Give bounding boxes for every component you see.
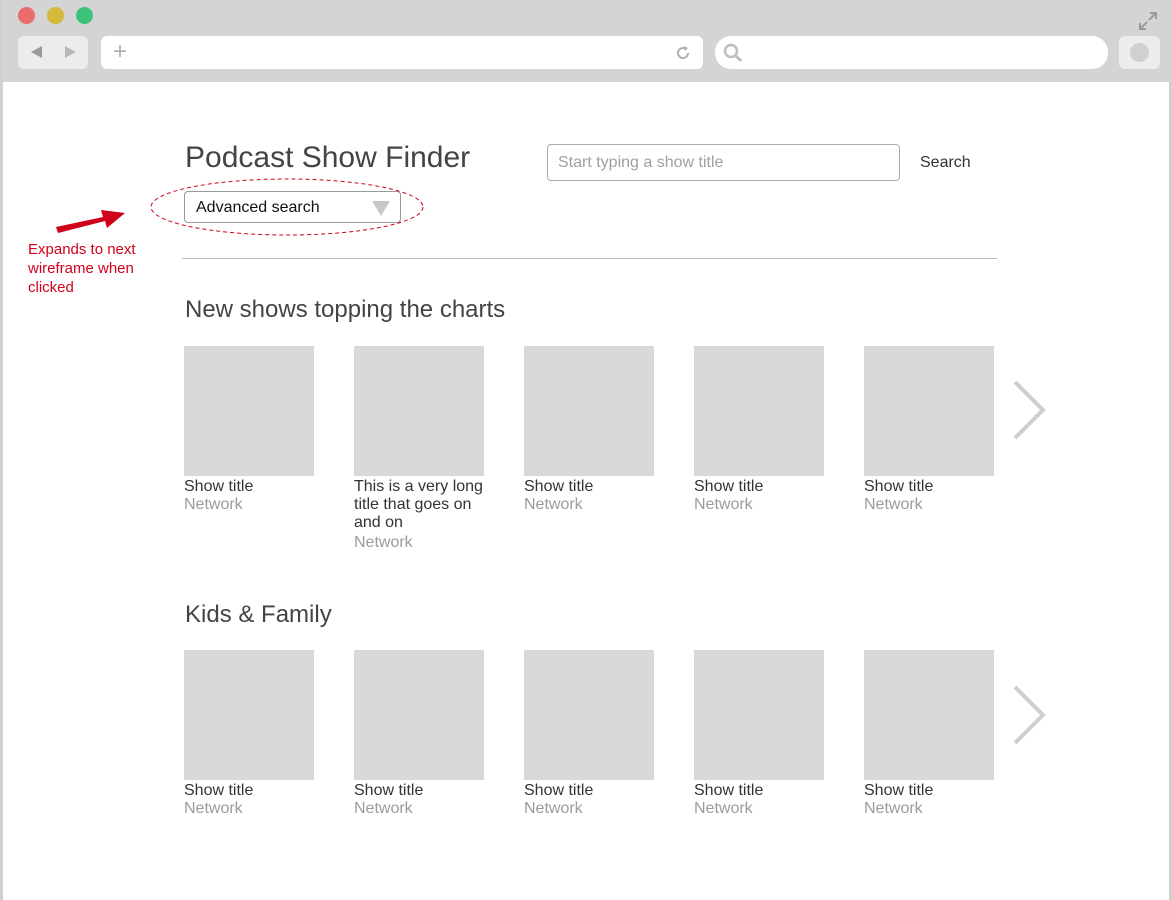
annotation-ellipse [150, 178, 424, 236]
show-artwork[interactable] [864, 346, 994, 476]
show-artwork[interactable] [524, 346, 654, 476]
show-network: Network [524, 800, 583, 817]
annotation-arrow-icon [56, 210, 125, 233]
show-title[interactable]: Show title [184, 478, 314, 496]
show-title[interactable]: Show title [694, 478, 824, 496]
show-carousel: Show title Network Show title Network Sh… [184, 650, 1014, 870]
expand-icon[interactable] [1137, 10, 1159, 32]
magnifier-icon [723, 43, 743, 63]
nav-buttons [18, 36, 88, 69]
show-artwork[interactable] [694, 346, 824, 476]
chevron-right-icon[interactable] [1009, 378, 1049, 442]
back-arrow-icon[interactable] [31, 46, 42, 58]
show-network: Network [864, 800, 923, 817]
page-title: Podcast Show Finder [185, 141, 471, 174]
show-artwork[interactable] [694, 650, 824, 780]
chevron-right-icon[interactable] [1009, 683, 1049, 747]
minimize-window-button[interactable] [47, 7, 64, 24]
profile-dot-icon [1130, 43, 1149, 62]
show-card[interactable]: Show title Network [694, 650, 824, 818]
show-artwork[interactable] [354, 346, 484, 476]
search-button[interactable]: Search [920, 154, 971, 172]
show-card[interactable]: Show title Network [864, 650, 994, 818]
show-artwork[interactable] [524, 650, 654, 780]
show-card[interactable]: Show title Network [524, 346, 654, 514]
show-carousel: Show title Network This is a very long t… [184, 346, 1014, 566]
show-title[interactable]: This is a very long title that goes on a… [354, 478, 484, 532]
show-search-input[interactable] [547, 144, 900, 181]
show-card[interactable]: Show title Network [694, 346, 824, 514]
show-artwork[interactable] [864, 650, 994, 780]
show-network: Network [184, 496, 243, 513]
section-title: New shows topping the charts [185, 296, 506, 323]
show-title[interactable]: Show title [864, 782, 994, 800]
browser-window: + Podcast Show Finder Search Advanced se… [0, 0, 1172, 900]
address-bar[interactable]: + [101, 36, 703, 69]
header-divider [182, 258, 997, 259]
show-network: Network [184, 800, 243, 817]
close-window-button[interactable] [18, 7, 35, 24]
show-card[interactable]: This is a very long title that goes on a… [354, 346, 484, 552]
annotation-note: Expands to next wireframe when clicked [28, 241, 136, 296]
show-title[interactable]: Show title [524, 782, 654, 800]
show-card[interactable]: Show title Network [354, 650, 484, 818]
show-network: Network [694, 496, 753, 513]
show-title[interactable]: Show title [184, 782, 314, 800]
zoom-window-button[interactable] [76, 7, 93, 24]
new-tab-plus-icon[interactable]: + [113, 40, 127, 64]
show-network: Network [524, 496, 583, 513]
show-artwork[interactable] [184, 346, 314, 476]
show-title[interactable]: Show title [524, 478, 654, 496]
show-network: Network [694, 800, 753, 817]
forward-arrow-icon[interactable] [65, 46, 76, 58]
show-network: Network [354, 534, 413, 551]
show-title[interactable]: Show title [864, 478, 994, 496]
extension-button[interactable] [1119, 36, 1160, 69]
show-artwork[interactable] [184, 650, 314, 780]
show-title[interactable]: Show title [354, 782, 484, 800]
section-title: Kids & Family [185, 601, 332, 628]
browser-search-field[interactable] [715, 36, 1108, 69]
show-card[interactable]: Show title Network [184, 346, 314, 514]
show-card[interactable]: Show title Network [524, 650, 654, 818]
show-artwork[interactable] [354, 650, 484, 780]
browser-toolbar: + [3, 0, 1172, 82]
show-network: Network [354, 800, 413, 817]
show-network: Network [864, 496, 923, 513]
reload-icon[interactable] [673, 43, 693, 63]
show-title[interactable]: Show title [694, 782, 824, 800]
show-card[interactable]: Show title Network [864, 346, 994, 514]
show-card[interactable]: Show title Network [184, 650, 314, 818]
